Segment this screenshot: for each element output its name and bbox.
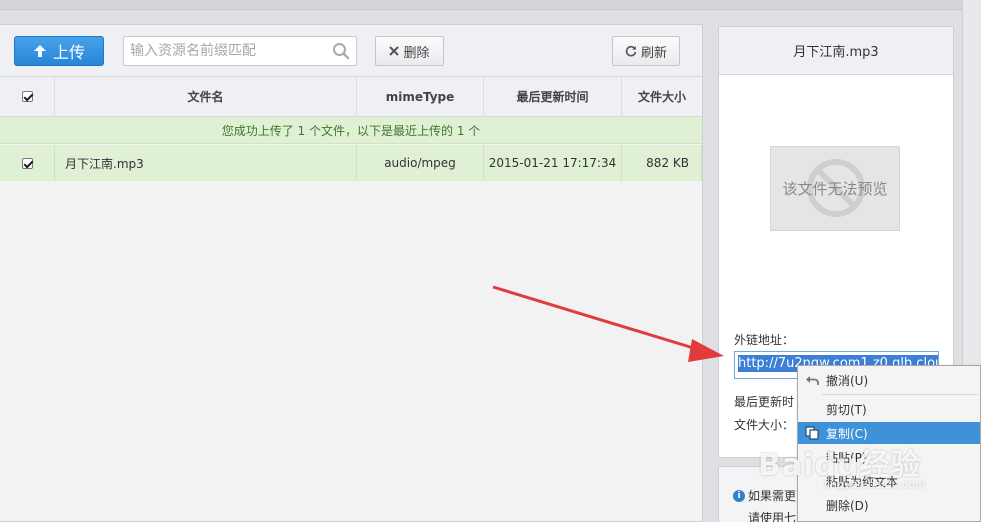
menu-item-cut[interactable]: 剪切(T) [798, 398, 980, 420]
menu-item-undo-label: 撤消(U) [826, 373, 869, 388]
menu-item-undo[interactable]: 撤消(U) [798, 369, 980, 391]
copy-icon [805, 426, 819, 440]
baidu-watermark: Baidu经验 jingyan.baidu.com [758, 440, 926, 491]
menu-item-cut-label: 剪切(T) [826, 402, 867, 417]
menu-item-delete-label: 删除(D) [826, 498, 869, 513]
menu-separator [822, 394, 978, 395]
undo-icon [806, 376, 819, 385]
watermark-url: jingyan.baidu.com [824, 478, 926, 491]
menu-item-delete[interactable]: 删除(D) [798, 494, 980, 516]
menu-item-copy-label: 复制(C) [826, 426, 868, 441]
